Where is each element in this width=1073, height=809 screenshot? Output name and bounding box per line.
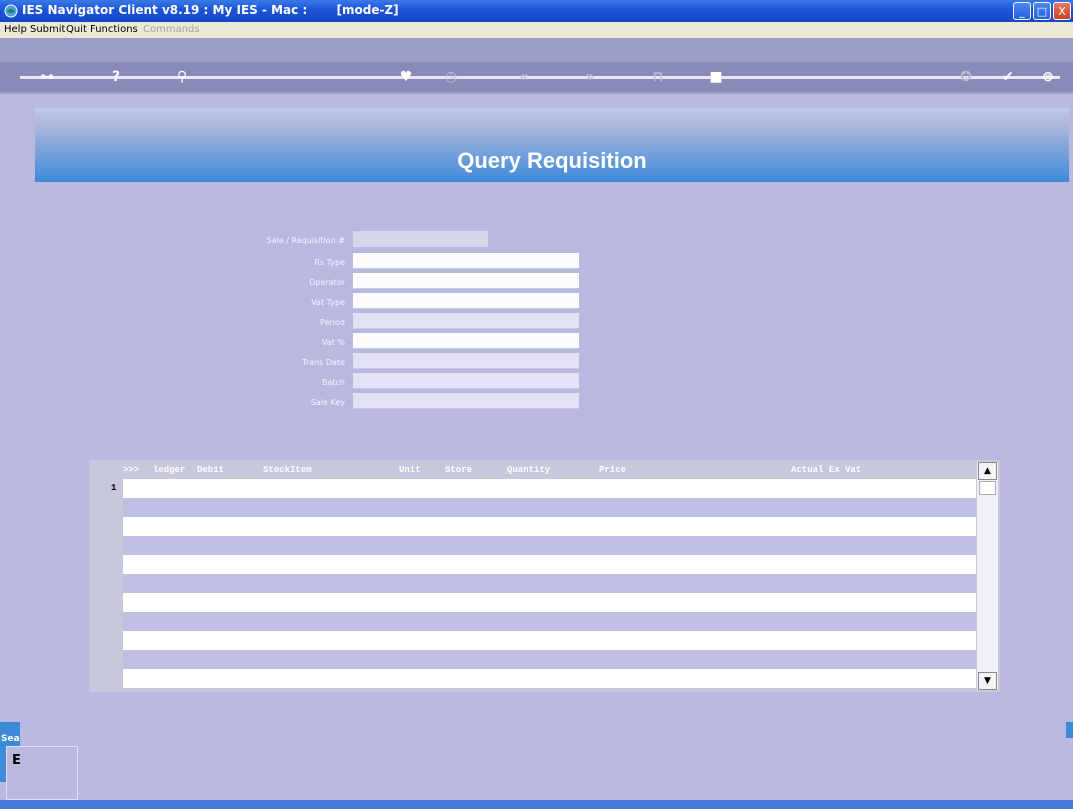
grid-scrollbar[interactable]: ▲ ▼ xyxy=(977,462,998,690)
vat-type-field[interactable] xyxy=(353,293,579,309)
bottom-panel-value: E xyxy=(12,753,21,768)
field-label-sale-key: Sale Key xyxy=(310,398,345,407)
menu-quit[interactable]: Quit xyxy=(66,24,87,35)
field-label-vat-percent: Vat % xyxy=(321,338,345,347)
right-edge-marker xyxy=(1066,722,1073,738)
field-label-vat-type: Vat Type xyxy=(311,298,345,307)
search-icon[interactable]: ⚲ xyxy=(174,69,190,85)
stop-icon[interactable]: ■ xyxy=(708,69,724,85)
period-field[interactable] xyxy=(353,313,579,329)
window-titlebar: IES Navigator Client v8.19 : My IES - Ma… xyxy=(0,0,1073,22)
settings-icon[interactable]: ✪ xyxy=(958,69,974,85)
rs-type-field[interactable] xyxy=(353,253,579,269)
clock-icon[interactable]: ◷ xyxy=(443,69,459,85)
operator-field[interactable] xyxy=(353,273,579,289)
field-label-batch: Batch xyxy=(322,378,345,387)
field-label-requisition-no: Sale / Requisition # xyxy=(266,236,345,245)
scroll-down-button[interactable]: ▼ xyxy=(978,672,997,690)
requisition-no-field[interactable] xyxy=(353,231,488,247)
status-strip xyxy=(0,800,1073,809)
key-icon[interactable]: ⊶ xyxy=(36,69,58,85)
table-row[interactable] xyxy=(123,631,976,650)
close-window-button[interactable]: X xyxy=(1053,2,1071,20)
minimize-button[interactable]: _ xyxy=(1013,2,1031,20)
col-header-stockitem[interactable]: StockItem xyxy=(263,465,312,475)
bottom-panel: E xyxy=(6,746,78,800)
field-label-trans-date: Trans Date xyxy=(302,358,345,367)
table-row[interactable] xyxy=(123,612,976,631)
table-row[interactable] xyxy=(123,555,976,574)
col-header-debit[interactable]: Debit xyxy=(197,465,224,475)
col-header-store[interactable]: Store xyxy=(445,465,472,475)
table-row[interactable] xyxy=(123,650,976,669)
check-icon[interactable]: ✔ xyxy=(1000,69,1016,85)
window-title: IES Navigator Client v8.19 : My IES - Ma… xyxy=(22,3,399,17)
col-header-unit[interactable]: Unit xyxy=(399,465,421,475)
page-banner: Query Requisition xyxy=(35,108,1069,182)
field-label-operator: Operator xyxy=(309,278,345,287)
table-row[interactable] xyxy=(123,593,976,612)
table-row[interactable] xyxy=(123,669,976,688)
menu-commands[interactable]: Commands xyxy=(143,24,200,35)
table-row[interactable] xyxy=(123,479,976,498)
row-number: 1 xyxy=(111,483,117,493)
heart-icon[interactable]: ♥ xyxy=(398,69,414,85)
field-label-period: Period xyxy=(320,318,345,327)
page-title: Query Requisition xyxy=(457,148,647,173)
vat-percent-field[interactable] xyxy=(353,333,579,349)
col-header-actual-ex-vat[interactable]: Actual Ex Vat xyxy=(791,465,861,475)
sale-key-field[interactable] xyxy=(353,393,579,409)
scroll-up-button[interactable]: ▲ xyxy=(978,462,997,480)
table-row[interactable] xyxy=(123,498,976,517)
close-icon[interactable]: ⊗ xyxy=(1040,69,1056,85)
table-row[interactable] xyxy=(123,536,976,555)
field-label-rs-type: Rs Type xyxy=(314,258,345,267)
help-icon[interactable]: ? xyxy=(108,69,124,85)
menu-submit[interactable]: Submit xyxy=(30,24,65,35)
trans-date-field[interactable] xyxy=(353,353,579,369)
menu-bar: Help Submit Quit Functions Commands xyxy=(0,22,1073,38)
col-header-quantity[interactable]: Quantity xyxy=(507,465,550,475)
scroll-thumb[interactable] xyxy=(979,481,996,495)
menu-help[interactable]: Help xyxy=(4,24,27,35)
forward-icon[interactable]: » xyxy=(582,69,598,85)
bottom-tab-label: Sea xyxy=(1,734,20,744)
app-globe-icon xyxy=(4,4,18,18)
batch-field[interactable] xyxy=(353,373,579,389)
table-row[interactable] xyxy=(123,517,976,536)
split-icon[interactable]: ⊓ xyxy=(650,69,666,85)
col-header-ledger[interactable]: ledger xyxy=(153,465,185,475)
back-icon[interactable]: « xyxy=(516,69,532,85)
maximize-button[interactable]: □ xyxy=(1033,2,1051,20)
col-header-price[interactable]: Price xyxy=(599,465,626,475)
col-header-expand[interactable]: >>> xyxy=(123,465,139,475)
table-row[interactable] xyxy=(123,574,976,593)
menu-functions[interactable]: Functions xyxy=(90,24,138,35)
